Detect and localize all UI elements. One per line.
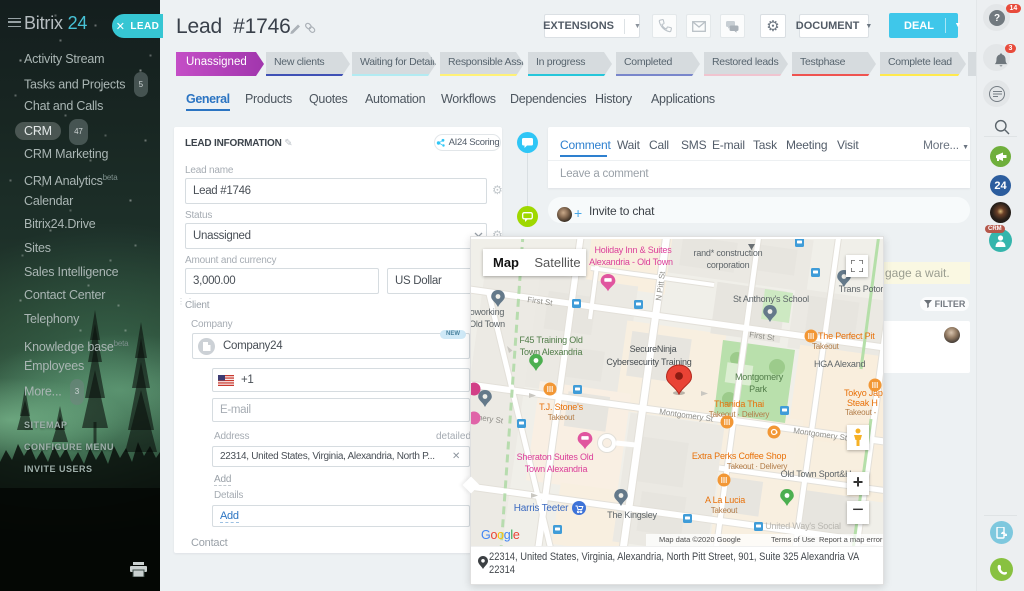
svg-text:Sheraton Suites Old: Sheraton Suites Old <box>517 452 594 462</box>
svg-text:Town Alexandria: Town Alexandria <box>525 464 588 474</box>
svg-text:Takeout · Delivery: Takeout · Delivery <box>727 462 788 471</box>
svg-text:SecureNinja: SecureNinja <box>630 344 677 354</box>
svg-text:Extra Perks Coffee Shop: Extra Perks Coffee Shop <box>692 451 786 461</box>
svg-text:Takeout: Takeout <box>711 506 739 515</box>
svg-text:A La Lucia: A La Lucia <box>705 495 745 505</box>
svg-text:Park: Park <box>749 384 767 394</box>
svg-text:Harris Teeter: Harris Teeter <box>514 503 569 514</box>
svg-text:F45 Training Old: F45 Training Old <box>519 335 583 345</box>
svg-text:Takeout: Takeout <box>548 413 576 422</box>
svg-text:Old Town Sport&H: Old Town Sport&H <box>781 469 852 479</box>
svg-text:Terms of Use: Terms of Use <box>771 535 815 544</box>
svg-text:Report a map error: Report a map error <box>819 535 883 544</box>
svg-text:Town Alexandria: Town Alexandria <box>520 347 583 357</box>
svg-text:The Kingsley: The Kingsley <box>607 510 657 520</box>
svg-text:oworking: oworking <box>471 307 504 317</box>
svg-text:rand* construction: rand* construction <box>694 248 763 258</box>
svg-text:Montgomery: Montgomery <box>735 372 784 382</box>
svg-text:Steak H: Steak H <box>847 398 878 408</box>
svg-text:Alexandria - Old Town: Alexandria - Old Town <box>589 257 673 267</box>
svg-text:corporation: corporation <box>707 260 750 270</box>
svg-text:Takeout -: Takeout - <box>845 408 877 417</box>
svg-text:Holiday Inn & Suites: Holiday Inn & Suites <box>594 245 672 255</box>
svg-text:The Perfect Pit: The Perfect Pit <box>818 331 875 341</box>
svg-text:Thanida Thai: Thanida Thai <box>714 399 764 409</box>
svg-text:HGA Alexand: HGA Alexand <box>814 359 866 369</box>
svg-text:Takeout · Delivery: Takeout · Delivery <box>709 410 770 419</box>
svg-text:United Way's Social: United Way's Social <box>765 521 841 531</box>
svg-text:Old Town: Old Town <box>471 319 505 329</box>
svg-text:Trans Potor: Trans Potor <box>839 284 883 294</box>
svg-text:Takeout: Takeout <box>812 342 840 351</box>
svg-text:T.J. Stone's: T.J. Stone's <box>539 402 584 412</box>
svg-text:St Anthony's School: St Anthony's School <box>733 294 809 304</box>
svg-text:Map data ©2020 Google: Map data ©2020 Google <box>659 535 741 544</box>
